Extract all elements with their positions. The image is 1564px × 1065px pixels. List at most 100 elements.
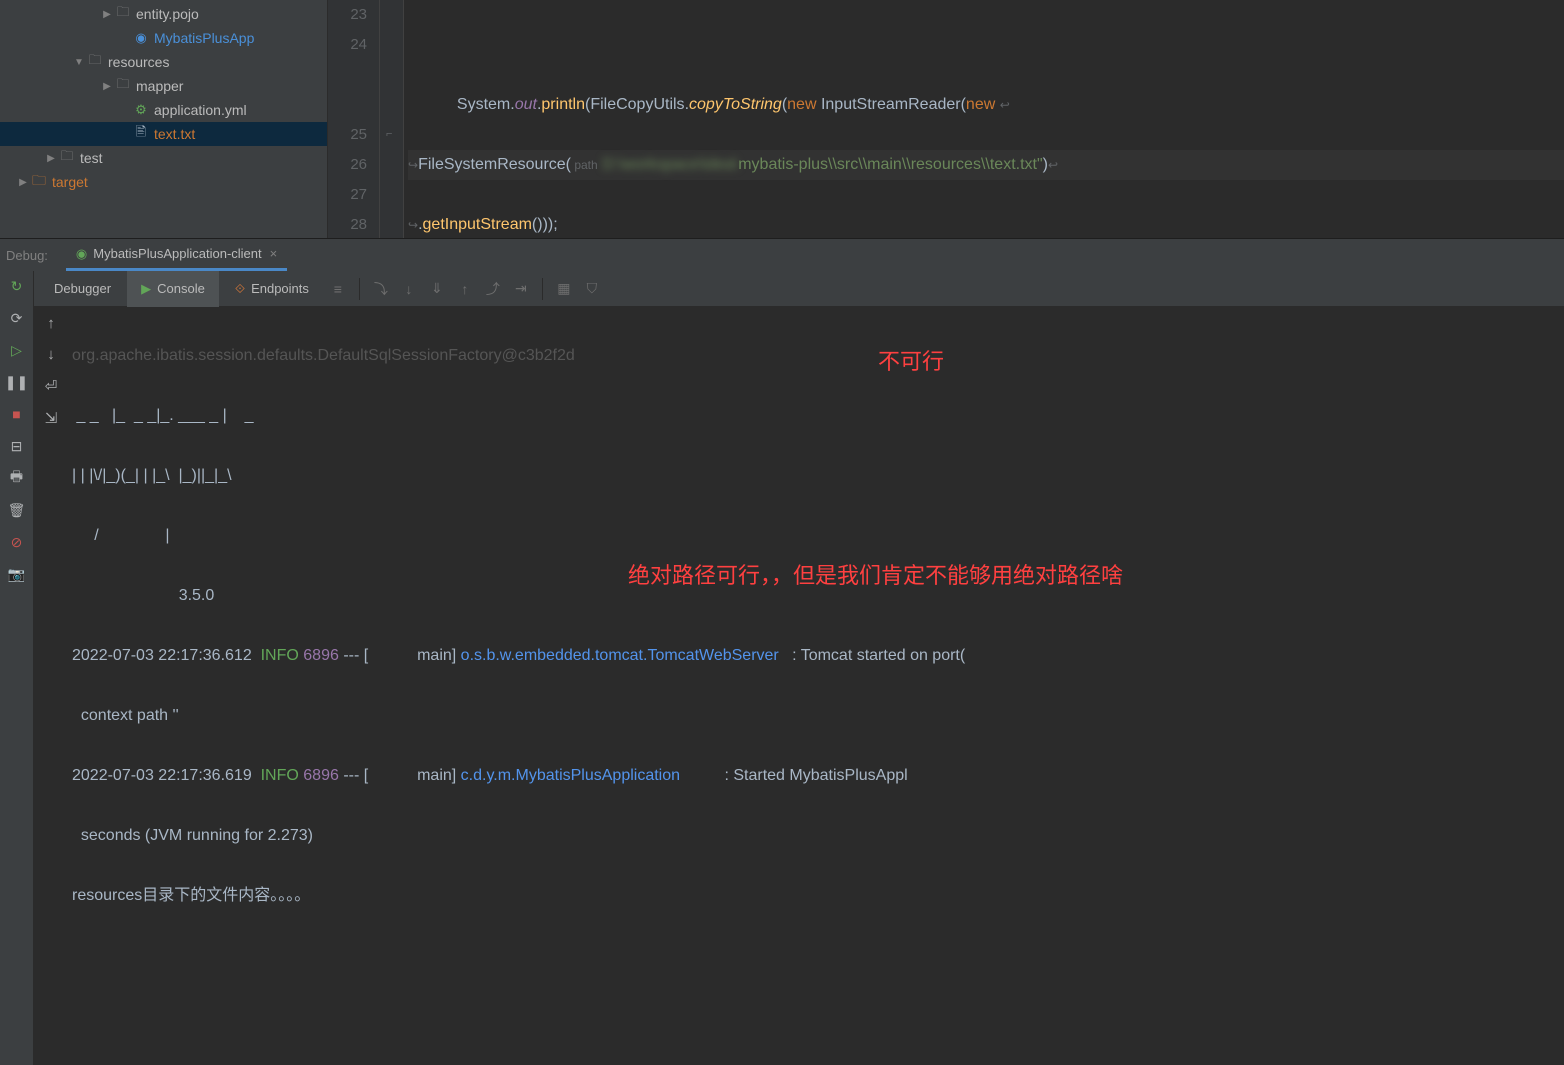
tree-label: resources [108, 54, 169, 70]
code-token: mybatis-plus\\src\\main\\resources\\text… [738, 156, 1042, 173]
debug-tool-window: Debug: ◉ MybatisPlusApplication-client ×… [0, 238, 1564, 630]
line-gutter: 23 24 25 26 27 28 [328, 0, 380, 238]
tree-node-app[interactable]: ◉ MybatisPlusApp [0, 26, 327, 50]
tree-label: entity.pojo [136, 6, 199, 22]
stop-button[interactable]: ■ [6, 403, 28, 425]
pause-button[interactable]: ❚❚ [6, 371, 28, 393]
debug-left-toolbar: ↻ ⟳ ▷ ❚❚ ■ ⊟ 🖶 🗑 ⊘ 📷 [0, 271, 34, 1065]
separator [542, 278, 543, 300]
line-number: 24 [328, 30, 367, 60]
tree-node-texttxt[interactable]: 🖹 text.txt [0, 122, 327, 146]
debugger-tab[interactable]: Debugger [40, 271, 125, 307]
code-token: InputStreamReader [821, 96, 961, 113]
console-line: resources目录下的文件内容。。。。 [72, 881, 1560, 911]
console-output[interactable]: org.apache.ibatis.session.defaults.Defau… [68, 307, 1564, 1065]
chevron-right-icon[interactable] [16, 177, 30, 188]
endpoints-tab[interactable]: ⟐Endpoints [221, 271, 323, 307]
chevron-right-icon[interactable] [44, 153, 58, 164]
target-folder-icon: 🗀 [30, 174, 48, 190]
tree-label: target [52, 174, 88, 190]
code-token: copyToString [689, 96, 782, 113]
tab-label: Console [157, 281, 205, 296]
rerun-button[interactable]: ↻ [6, 275, 28, 297]
text-file-icon: 🖹 [132, 126, 150, 142]
line-number: 25 [328, 120, 367, 150]
run-to-cursor-button[interactable]: ⇥ [508, 276, 534, 302]
code-token: FileSystemResource [418, 156, 566, 173]
force-step-into-button[interactable]: ⇓ [424, 276, 450, 302]
code-token: println [541, 96, 585, 113]
soft-wrap-button[interactable]: ⏎ [45, 377, 58, 395]
code-token: System [457, 96, 510, 113]
code-token: out [515, 96, 537, 113]
code-content[interactable]: System.out.println(FileCopyUtils.copyToS… [404, 0, 1564, 238]
tree-node-entity[interactable]: 🗀 entity.pojo [0, 2, 327, 26]
console-line: seconds (JVM running for 2.273) [72, 821, 1560, 851]
tree-node-mapper[interactable]: 🗀 mapper [0, 74, 327, 98]
fold-gutter[interactable]: ⌐ [380, 0, 404, 238]
camera-button[interactable]: 📷 [6, 563, 28, 585]
tree-label: mapper [136, 78, 183, 94]
view-breakpoints-button[interactable]: ⊟ [6, 435, 28, 457]
down-button[interactable]: ↓ [47, 346, 55, 363]
line-number: 28 [328, 210, 367, 240]
wrap-indicator-icon: ↪ [408, 218, 418, 232]
param-hint: path [571, 158, 598, 172]
console-line: / | [72, 521, 1560, 551]
tree-node-resources[interactable]: 🗀 resources [0, 50, 327, 74]
project-tree[interactable]: 🗀 entity.pojo ◉ MybatisPlusApp 🗀 resourc… [0, 0, 328, 238]
console-tab[interactable]: ▶Console [127, 271, 219, 307]
trash-button[interactable]: 🗑 [6, 499, 28, 521]
editor[interactable]: 23 24 25 26 27 28 ⌐ System.out.println(F… [328, 0, 1564, 238]
chevron-right-icon[interactable] [100, 9, 114, 20]
mute-breakpoints-button[interactable]: ⊘ [6, 531, 28, 553]
debug-session-tab[interactable]: ◉ MybatisPlusApplication-client × [66, 239, 287, 271]
line-number: 27 [328, 180, 367, 210]
wrap-indicator-icon: ↩ [1048, 158, 1058, 172]
close-icon[interactable]: × [270, 246, 278, 261]
endpoints-icon: ⟐ [235, 281, 245, 297]
resources-folder-icon: 🗀 [86, 54, 104, 70]
yml-icon: ⚙ [132, 102, 150, 118]
evaluate-button[interactable]: ▦ [551, 276, 577, 302]
settings-button[interactable]: ⛉ [579, 276, 605, 302]
tree-node-target[interactable]: 🗀 target [0, 170, 327, 194]
update-button[interactable]: ⟳ [6, 307, 28, 329]
debug-label: Debug: [6, 248, 48, 263]
annotation-text: 绝对路径可行，，但是我们肯定不能够用绝对路径啥 [628, 561, 1123, 591]
up-button[interactable]: ↑ [47, 315, 55, 332]
tree-node-test[interactable]: 🗀 test [0, 146, 327, 170]
print-button[interactable]: 🖶 [6, 467, 28, 489]
console-line: 2022-07-03 22:17:36.619 INFO 6896 --- [ … [72, 761, 1560, 791]
console-side-toolbar: ↑ ↓ ⏎ ⇲ [34, 307, 68, 1065]
resume-button[interactable]: ▷ [6, 339, 28, 361]
wrap-indicator-icon: ↩ [1000, 98, 1010, 112]
springboot-icon: ◉ [76, 246, 87, 262]
folder-icon: 🗀 [114, 6, 132, 22]
debug-header: Debug: ◉ MybatisPlusApplication-client × [0, 239, 1564, 271]
code-token: ())); [532, 217, 558, 234]
wrap-indicator-icon: ↪ [408, 158, 418, 172]
chevron-down-icon[interactable] [72, 57, 86, 68]
line-number: 23 [328, 0, 367, 30]
console-line: 2022-07-03 22:17:36.612 INFO 6896 --- [ … [72, 641, 1560, 671]
fold-end-icon[interactable]: ⌐ [386, 128, 392, 140]
drop-frame-button[interactable]: ⤴ [480, 276, 506, 302]
step-out-button[interactable]: ↑ [452, 276, 478, 302]
scroll-to-end-button[interactable]: ⇲ [45, 409, 58, 427]
tree-label: test [80, 150, 103, 166]
console-line: | | |\/|_)(_| | |_\ |_)||_|_\ [72, 461, 1560, 491]
debug-toolbar: Debugger ▶Console ⟐Endpoints ≡ ⤵ ↓ ⇓ ↑ ⤴… [34, 271, 1564, 307]
tree-node-appyml[interactable]: ⚙ application.yml [0, 98, 327, 122]
tree-label: MybatisPlusApp [154, 30, 254, 46]
console-line: context path '' [72, 701, 1560, 731]
step-into-button[interactable]: ↓ [396, 276, 422, 302]
step-over-button[interactable]: ⤵ [368, 276, 394, 302]
tab-label: Debugger [54, 281, 111, 296]
code-token: getInputStream [423, 217, 532, 234]
more-button[interactable]: ≡ [325, 276, 351, 302]
code-token: FileCopyUtils [590, 96, 684, 113]
springboot-icon: ◉ [132, 30, 150, 46]
chevron-right-icon[interactable] [100, 81, 114, 92]
line-number: 26 [328, 150, 367, 180]
